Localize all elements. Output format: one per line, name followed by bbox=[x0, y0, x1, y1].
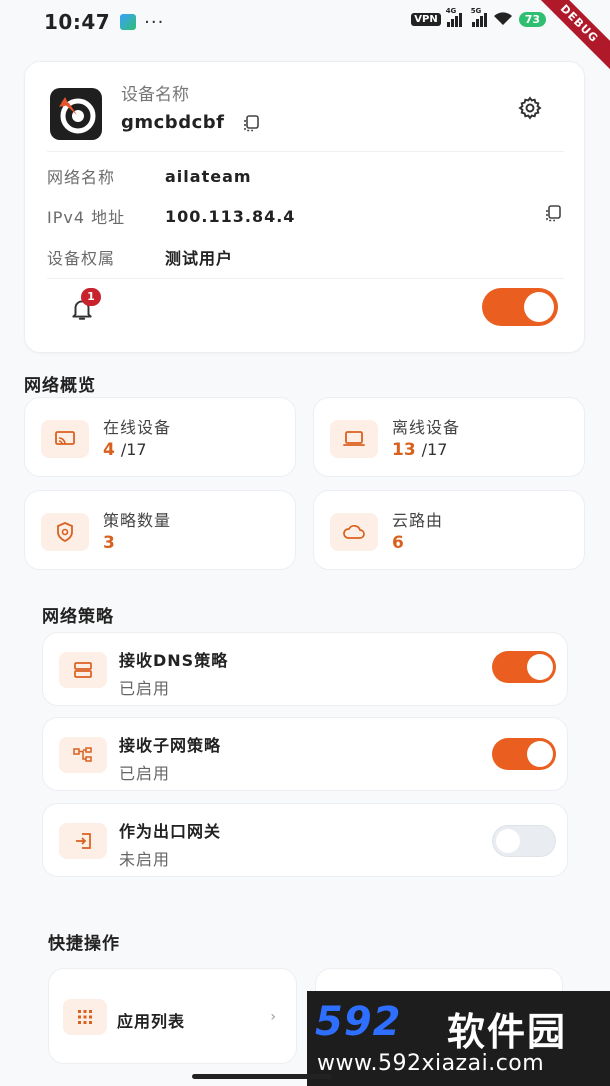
app-notification-icon bbox=[120, 14, 137, 30]
watermark-brand-text: 软件园 bbox=[447, 1010, 568, 1054]
status-time: 10:47 bbox=[44, 10, 111, 34]
quick-app-list[interactable]: 应用列表 › bbox=[48, 968, 297, 1064]
info-row-network: 网络名称 ailateam bbox=[47, 164, 562, 188]
tile-offline-devices[interactable]: 离线设备 13/17 bbox=[313, 397, 585, 477]
policy-title: 接收子网策略 bbox=[119, 736, 222, 755]
overview-title: 网络概览 bbox=[24, 376, 96, 396]
net1-label: 4G bbox=[445, 7, 457, 15]
server-icon bbox=[59, 652, 107, 688]
policy-title: 接收DNS策略 bbox=[119, 651, 229, 670]
info-row-owner: 设备权属 测试用户 bbox=[47, 245, 562, 269]
shield-icon bbox=[41, 513, 89, 551]
device-card: 设备名称 gmcbdcbf 网络名称 ailateam IPv4 地址 100.… bbox=[24, 61, 585, 353]
divider bbox=[47, 151, 564, 152]
exit-icon bbox=[59, 823, 107, 859]
wifi-icon bbox=[493, 12, 512, 25]
policy-dns: 接收DNS策略 已启用 bbox=[42, 632, 568, 706]
tile-value: 13/17 bbox=[392, 440, 447, 460]
policy-status: 未启用 bbox=[119, 850, 171, 869]
toggle-knob bbox=[527, 654, 553, 680]
copy-ip-icon[interactable] bbox=[544, 204, 562, 222]
battery-icon: 73 bbox=[518, 11, 546, 27]
vpn-icon: VPN bbox=[411, 12, 441, 26]
toggle-knob bbox=[527, 741, 553, 767]
policy-exit-gateway: 作为出口网关 未启用 bbox=[42, 803, 568, 877]
tile-label: 云路由 bbox=[392, 511, 444, 530]
watermark-brand: 592 bbox=[315, 999, 402, 1045]
tile-policy-count[interactable]: 策略数量 3 bbox=[24, 490, 296, 570]
cloud-icon bbox=[330, 513, 378, 551]
tile-cloud-routes[interactable]: 云路由 6 bbox=[313, 490, 585, 570]
watermark-banner: 592 软件园 www.592xiazai.com bbox=[307, 991, 610, 1086]
signal-4g-icon: 4G bbox=[446, 7, 462, 27]
laptop-icon bbox=[330, 420, 378, 458]
owner-value: 测试用户 bbox=[165, 249, 234, 268]
gear-icon bbox=[518, 96, 542, 120]
net2-label: 5G bbox=[470, 7, 482, 15]
tile-value: 6 bbox=[392, 533, 404, 553]
online-total: /17 bbox=[120, 440, 147, 459]
offline-total: /17 bbox=[421, 440, 448, 459]
app-logo-icon bbox=[50, 88, 102, 140]
tile-value: 3 bbox=[103, 533, 115, 553]
tile-online-devices[interactable]: 在线设备 4/17 bbox=[24, 397, 296, 477]
info-key: 网络名称 bbox=[47, 168, 116, 187]
info-row-ipv4: IPv4 地址 100.113.84.4 bbox=[47, 204, 562, 228]
copy-device-name-icon[interactable] bbox=[242, 114, 260, 132]
notification-badge: 1 bbox=[81, 288, 101, 306]
device-name-label: 设备名称 bbox=[121, 85, 189, 105]
cloud-route-count: 6 bbox=[392, 533, 404, 553]
cast-icon bbox=[41, 420, 89, 458]
dns-policy-toggle[interactable] bbox=[492, 651, 556, 683]
policy-subnet: 接收子网策略 已启用 bbox=[42, 717, 568, 791]
tile-label: 在线设备 bbox=[103, 418, 172, 437]
tile-label: 离线设备 bbox=[392, 418, 461, 437]
divider bbox=[47, 278, 564, 279]
network-name-value: ailateam bbox=[165, 166, 252, 186]
device-name-row: gmcbdcbf bbox=[121, 112, 260, 133]
tile-value: 4/17 bbox=[103, 440, 147, 460]
settings-button[interactable] bbox=[516, 94, 544, 122]
policy-count: 3 bbox=[103, 533, 115, 553]
signal-5g-icon: 5G bbox=[471, 7, 487, 27]
policy-status: 已启用 bbox=[119, 679, 171, 698]
policies-title: 网络策略 bbox=[42, 607, 114, 627]
device-name: gmcbdcbf bbox=[121, 112, 225, 133]
info-key: 设备权属 bbox=[47, 249, 116, 268]
notification-button[interactable]: 1 bbox=[69, 288, 101, 322]
offline-count: 13 bbox=[392, 440, 416, 460]
policy-status: 已启用 bbox=[119, 764, 171, 783]
toggle-knob bbox=[496, 829, 520, 853]
subnet-policy-toggle[interactable] bbox=[492, 738, 556, 770]
network-icon bbox=[59, 737, 107, 773]
grid-icon bbox=[63, 999, 107, 1035]
more-notifications-icon: ··· bbox=[144, 11, 165, 33]
status-icons: VPN 4G 5G 73 bbox=[411, 7, 546, 27]
quick-actions-title: 快捷操作 bbox=[48, 934, 120, 954]
exit-gateway-toggle[interactable] bbox=[492, 825, 556, 857]
tile-label: 策略数量 bbox=[103, 511, 172, 530]
quick-label: 应用列表 bbox=[117, 1012, 186, 1031]
online-count: 4 bbox=[103, 440, 115, 460]
ipv4-value: 100.113.84.4 bbox=[165, 206, 296, 226]
toggle-knob bbox=[524, 292, 554, 322]
connection-toggle[interactable] bbox=[482, 288, 558, 326]
home-indicator[interactable] bbox=[192, 1074, 332, 1079]
info-key: IPv4 地址 bbox=[47, 208, 126, 227]
status-bar: 10:47 ··· VPN 4G 5G 73 bbox=[0, 0, 610, 44]
chevron-right-icon: › bbox=[270, 1009, 276, 1025]
watermark-url: www.592xiazai.com bbox=[317, 1051, 545, 1076]
policy-title: 作为出口网关 bbox=[119, 822, 222, 841]
